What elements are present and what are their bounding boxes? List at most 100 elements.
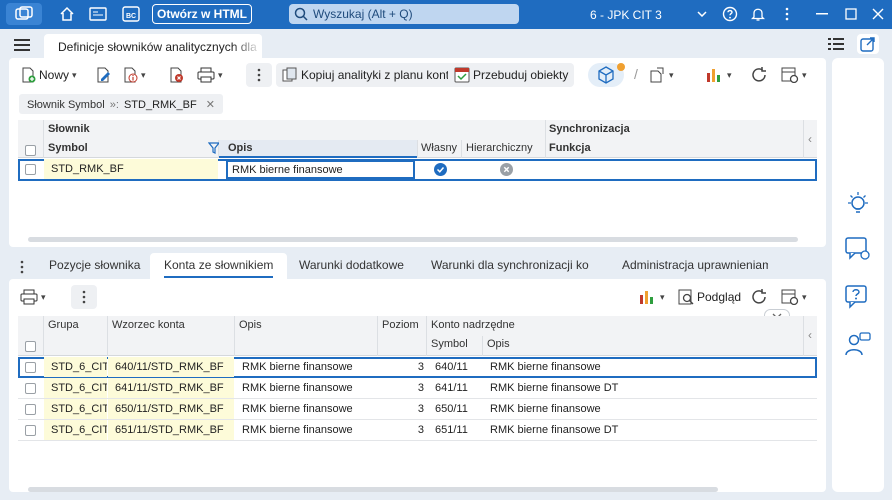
more-options-button[interactable] [246, 63, 272, 87]
cell-level[interactable]: 3 [378, 420, 424, 440]
charts-button[interactable]: ▾ [706, 67, 732, 83]
cell-pattern[interactable]: 640/11/STD_RMK_BF [108, 357, 234, 377]
table-row[interactable]: STD_6_CIT 650/11/STD_RMK_BF RMK bierne fin… [18, 399, 817, 420]
col-header-group[interactable]: Grupa [48, 319, 79, 331]
select-all-checkbox[interactable] [25, 341, 36, 352]
preview-button[interactable]: Podgląd [678, 289, 741, 305]
chevron-down-icon[interactable] [692, 5, 712, 23]
cell-group[interactable]: STD_6_CIT [44, 420, 107, 440]
table-row[interactable]: STD_6_CIT 640/11/STD_RMK_BF RMK bierne fin… [18, 357, 817, 378]
select-all-checkbox[interactable] [25, 145, 36, 156]
cell-parent-desc[interactable]: RMK bierne finansowe DT [490, 420, 790, 440]
col-header-parent-symbol[interactable]: Symbol [431, 338, 468, 350]
info-button[interactable]: ▾ [122, 67, 146, 83]
bc-icon[interactable]: BC [121, 5, 141, 23]
cell-parent-symbol[interactable]: 650/11 [435, 399, 485, 419]
delete-button[interactable] [168, 67, 184, 83]
chevron-down-icon[interactable]: ▾ [669, 70, 674, 81]
share-icon[interactable] [857, 34, 879, 54]
tab-conditions[interactable]: Warunki dodatkowe [299, 258, 404, 272]
col-header-level[interactable]: Poziom [382, 319, 419, 331]
cell-desc[interactable]: RMK bierne finansowe [242, 399, 377, 419]
charts-button-2[interactable]: ▾ [639, 289, 665, 305]
settings-button[interactable]: ▾ [781, 67, 807, 83]
cell-parent-symbol[interactable]: 651/11 [435, 420, 485, 440]
cell-parent-desc[interactable]: RMK bierne finansowe DT [490, 378, 790, 398]
refresh-button[interactable] [750, 66, 768, 84]
open-html-button[interactable]: Otwórz w HTML [152, 4, 252, 24]
maximize-icon[interactable] [841, 5, 861, 23]
chevron-down-icon[interactable]: ▾ [141, 70, 146, 81]
cell-group[interactable]: STD_6_CIT [44, 399, 107, 419]
tab-sync-conditions[interactable]: Warunki dla synchronizacji kont [431, 258, 589, 272]
cell-parent-symbol[interactable]: 640/11 [435, 357, 485, 377]
help-icon[interactable] [720, 5, 740, 23]
minimize-icon[interactable] [812, 5, 832, 23]
tab-dictionary-items[interactable]: Pozycje słownika [49, 258, 140, 272]
company-name[interactable]: 6 - JPK CIT 3 [590, 8, 662, 22]
lightbulb-icon[interactable] [844, 190, 872, 218]
app-logo-icon[interactable] [6, 3, 42, 25]
cell-level[interactable]: 3 [378, 378, 424, 398]
settings-button-2[interactable]: ▾ [781, 289, 807, 305]
more-options-button-2[interactable] [71, 285, 97, 309]
table-row[interactable]: STD_6_CIT 641/11/STD_RMK_BF RMK bierne fin… [18, 378, 817, 399]
tab-permissions[interactable]: Administracja uprawnieniami [622, 258, 768, 272]
tab-definitions[interactable]: Definicje słowników analitycznych dla [44, 34, 262, 58]
bell-icon[interactable] [748, 5, 768, 23]
copy-analytics-button[interactable]: Kopiuj analityki z planu kont [276, 63, 456, 87]
chevron-down-icon[interactable]: ▾ [41, 292, 46, 303]
edit-button[interactable] [95, 67, 111, 83]
tab-accounts[interactable]: Konta ze słownikiem [150, 253, 288, 279]
cell-group[interactable]: STD_6_CIT [44, 357, 107, 377]
export-button[interactable]: ▾ [648, 67, 674, 83]
news-icon[interactable] [88, 5, 108, 23]
chevron-down-icon[interactable]: ▾ [660, 292, 665, 303]
col-header-symbol[interactable]: Symbol [48, 142, 88, 154]
refresh-button-2[interactable] [750, 288, 768, 306]
search-input[interactable]: Wyszukaj (Alt + Q) [289, 4, 519, 24]
cell-level[interactable]: 3 [378, 357, 424, 377]
cell-group[interactable]: STD_6_CIT [44, 378, 107, 398]
col-header-parent-desc[interactable]: Opis [487, 338, 510, 350]
chevron-down-icon[interactable]: ▾ [802, 292, 807, 303]
chevron-down-icon[interactable]: ▾ [72, 70, 77, 81]
cell-parent-desc[interactable]: RMK bierne finansowe [490, 357, 790, 377]
close-icon[interactable]: ✕ [206, 99, 215, 111]
rebuild-objects-button[interactable]: Przebuduj obiekty [448, 63, 575, 87]
chevron-down-icon[interactable]: ▾ [727, 70, 732, 81]
print-button-2[interactable]: ▾ [20, 289, 46, 305]
cell-opis-editor[interactable]: RMK bierne finansowe [226, 160, 415, 179]
chat-icon[interactable] [844, 235, 872, 263]
print-button[interactable]: ▾ [197, 67, 223, 83]
chevron-left-icon[interactable]: ‹ [808, 132, 812, 146]
grid1-horizontal-scrollbar[interactable] [28, 237, 798, 242]
col-header-own[interactable]: Własny [421, 142, 457, 154]
cell-pattern[interactable]: 651/11/STD_RMK_BF [108, 420, 234, 440]
cell-desc[interactable]: RMK bierne finansowe [242, 357, 377, 377]
cell-desc[interactable]: RMK bierne finansowe [242, 420, 377, 440]
help-chat-icon[interactable] [844, 283, 872, 311]
row-checkbox[interactable] [25, 383, 36, 394]
new-button[interactable]: Nowy ▾ [20, 67, 77, 83]
col-header-desc[interactable]: Opis [239, 319, 262, 331]
cell-parent-symbol[interactable]: 641/11 [435, 378, 485, 398]
row-checkbox[interactable] [25, 362, 36, 373]
cell-pattern[interactable]: 641/11/STD_RMK_BF [108, 378, 234, 398]
home-icon[interactable] [57, 5, 77, 23]
more-vertical-icon[interactable] [777, 5, 797, 23]
cell-desc[interactable]: RMK bierne finansowe [242, 378, 377, 398]
cell-level[interactable]: 3 [378, 399, 424, 419]
cell-parent-desc[interactable]: RMK bierne finansowe [490, 399, 790, 419]
col-header-function[interactable]: Funkcja [549, 142, 591, 154]
consultant-icon[interactable] [844, 330, 872, 358]
row-checkbox[interactable] [25, 164, 36, 175]
col-header-hierarchical[interactable]: Hierarchiczny [466, 142, 533, 154]
menu-icon[interactable] [14, 39, 30, 54]
cell-pattern[interactable]: 650/11/STD_RMK_BF [108, 399, 234, 419]
chevron-down-icon[interactable]: ▾ [218, 70, 223, 81]
col-header-opis[interactable]: Opis [228, 142, 252, 154]
col-header-pattern[interactable]: Wzorzec konta [112, 319, 185, 331]
chevron-left-icon[interactable]: ‹ [808, 328, 812, 342]
cell-symbol[interactable]: STD_RMK_BF [44, 159, 218, 179]
